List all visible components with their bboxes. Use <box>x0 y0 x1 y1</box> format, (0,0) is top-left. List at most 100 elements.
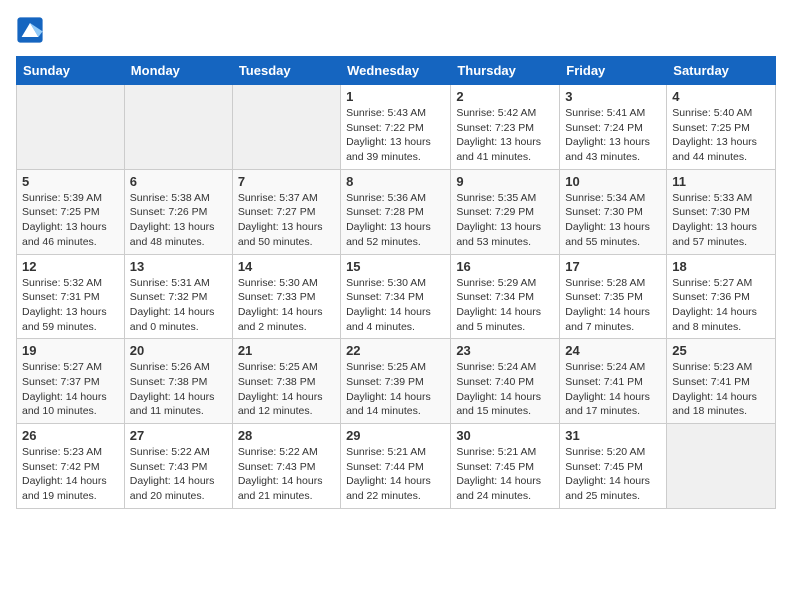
calendar-cell <box>232 85 340 170</box>
day-number: 21 <box>238 343 335 358</box>
cell-content: Sunrise: 5:25 AMSunset: 7:39 PMDaylight:… <box>346 360 445 419</box>
day-number: 15 <box>346 259 445 274</box>
day-number: 19 <box>22 343 119 358</box>
col-header-friday: Friday <box>560 57 667 85</box>
day-number: 18 <box>672 259 770 274</box>
cell-content: Sunrise: 5:29 AMSunset: 7:34 PMDaylight:… <box>456 276 554 335</box>
calendar-cell: 2 Sunrise: 5:42 AMSunset: 7:23 PMDaylight… <box>451 85 560 170</box>
cell-content: Sunrise: 5:41 AMSunset: 7:24 PMDaylight:… <box>565 106 661 165</box>
calendar-cell: 5 Sunrise: 5:39 AMSunset: 7:25 PMDaylight… <box>17 169 125 254</box>
cell-content: Sunrise: 5:23 AMSunset: 7:42 PMDaylight:… <box>22 445 119 504</box>
calendar-cell: 12 Sunrise: 5:32 AMSunset: 7:31 PMDayligh… <box>17 254 125 339</box>
cell-content: Sunrise: 5:35 AMSunset: 7:29 PMDaylight:… <box>456 191 554 250</box>
cell-content: Sunrise: 5:32 AMSunset: 7:31 PMDaylight:… <box>22 276 119 335</box>
day-number: 8 <box>346 174 445 189</box>
cell-content: Sunrise: 5:22 AMSunset: 7:43 PMDaylight:… <box>238 445 335 504</box>
calendar-cell <box>667 424 776 509</box>
cell-content: Sunrise: 5:28 AMSunset: 7:35 PMDaylight:… <box>565 276 661 335</box>
cell-content: Sunrise: 5:21 AMSunset: 7:44 PMDaylight:… <box>346 445 445 504</box>
cell-content: Sunrise: 5:42 AMSunset: 7:23 PMDaylight:… <box>456 106 554 165</box>
day-number: 23 <box>456 343 554 358</box>
cell-content: Sunrise: 5:37 AMSunset: 7:27 PMDaylight:… <box>238 191 335 250</box>
calendar-cell: 15 Sunrise: 5:30 AMSunset: 7:34 PMDayligh… <box>341 254 451 339</box>
calendar-cell: 20 Sunrise: 5:26 AMSunset: 7:38 PMDayligh… <box>124 339 232 424</box>
calendar-cell: 8 Sunrise: 5:36 AMSunset: 7:28 PMDaylight… <box>341 169 451 254</box>
cell-content: Sunrise: 5:30 AMSunset: 7:34 PMDaylight:… <box>346 276 445 335</box>
day-number: 27 <box>130 428 227 443</box>
calendar-cell: 6Sunrise: 5:38 AMSunset: 7:26 PMDaylight… <box>124 169 232 254</box>
day-number: 20 <box>130 343 227 358</box>
calendar-cell: 19 Sunrise: 5:27 AMSunset: 7:37 PMDayligh… <box>17 339 125 424</box>
day-number: 29 <box>346 428 445 443</box>
cell-content: Sunrise: 5:43 AMSunset: 7:22 PMDaylight:… <box>346 106 445 165</box>
calendar-cell: 17Sunrise: 5:28 AMSunset: 7:35 PMDayligh… <box>560 254 667 339</box>
day-number: 30 <box>456 428 554 443</box>
col-header-sunday: Sunday <box>17 57 125 85</box>
calendar-cell: 13 Sunrise: 5:31 AMSunset: 7:32 PMDayligh… <box>124 254 232 339</box>
day-number: 26 <box>22 428 119 443</box>
day-number: 16 <box>456 259 554 274</box>
col-header-monday: Monday <box>124 57 232 85</box>
calendar-cell <box>124 85 232 170</box>
calendar-cell: 25 Sunrise: 5:23 AMSunset: 7:41 PMDayligh… <box>667 339 776 424</box>
cell-content: Sunrise: 5:30 AMSunset: 7:33 PMDaylight:… <box>238 276 335 335</box>
logo <box>16 16 48 44</box>
calendar-week-row: 19 Sunrise: 5:27 AMSunset: 7:37 PMDayligh… <box>17 339 776 424</box>
calendar-cell: 18 Sunrise: 5:27 AMSunset: 7:36 PMDayligh… <box>667 254 776 339</box>
calendar-table: SundayMondayTuesdayWednesdayThursdayFrid… <box>16 56 776 509</box>
calendar-cell: 28 Sunrise: 5:22 AMSunset: 7:43 PMDayligh… <box>232 424 340 509</box>
calendar-cell: 7 Sunrise: 5:37 AMSunset: 7:27 PMDaylight… <box>232 169 340 254</box>
calendar-week-row: 1 Sunrise: 5:43 AMSunset: 7:22 PMDaylight… <box>17 85 776 170</box>
col-header-tuesday: Tuesday <box>232 57 340 85</box>
day-number: 9 <box>456 174 554 189</box>
cell-content: Sunrise: 5:34 AMSunset: 7:30 PMDaylight:… <box>565 191 661 250</box>
day-number: 5 <box>22 174 119 189</box>
calendar-header-row: SundayMondayTuesdayWednesdayThursdayFrid… <box>17 57 776 85</box>
calendar-week-row: 26 Sunrise: 5:23 AMSunset: 7:42 PMDayligh… <box>17 424 776 509</box>
calendar-cell <box>17 85 125 170</box>
calendar-cell: 21 Sunrise: 5:25 AMSunset: 7:38 PMDayligh… <box>232 339 340 424</box>
cell-content: Sunrise: 5:39 AMSunset: 7:25 PMDaylight:… <box>22 191 119 250</box>
cell-content: Sunrise: 5:31 AMSunset: 7:32 PMDaylight:… <box>130 276 227 335</box>
cell-content: Sunrise: 5:23 AMSunset: 7:41 PMDaylight:… <box>672 360 770 419</box>
calendar-cell: 27Sunrise: 5:22 AMSunset: 7:43 PMDayligh… <box>124 424 232 509</box>
day-number: 3 <box>565 89 661 104</box>
day-number: 24 <box>565 343 661 358</box>
cell-content: Sunrise: 5:27 AMSunset: 7:37 PMDaylight:… <box>22 360 119 419</box>
day-number: 10 <box>565 174 661 189</box>
col-header-thursday: Thursday <box>451 57 560 85</box>
cell-content: Sunrise: 5:38 AMSunset: 7:26 PMDaylight:… <box>130 191 227 250</box>
day-number: 2 <box>456 89 554 104</box>
cell-content: Sunrise: 5:20 AMSunset: 7:45 PMDaylight:… <box>565 445 661 504</box>
cell-content: Sunrise: 5:25 AMSunset: 7:38 PMDaylight:… <box>238 360 335 419</box>
calendar-cell: 11 Sunrise: 5:33 AMSunset: 7:30 PMDayligh… <box>667 169 776 254</box>
day-number: 28 <box>238 428 335 443</box>
calendar-cell: 26 Sunrise: 5:23 AMSunset: 7:42 PMDayligh… <box>17 424 125 509</box>
cell-content: Sunrise: 5:24 AMSunset: 7:41 PMDaylight:… <box>565 360 661 419</box>
calendar-cell: 1 Sunrise: 5:43 AMSunset: 7:22 PMDaylight… <box>341 85 451 170</box>
cell-content: Sunrise: 5:33 AMSunset: 7:30 PMDaylight:… <box>672 191 770 250</box>
calendar-cell: 24 Sunrise: 5:24 AMSunset: 7:41 PMDayligh… <box>560 339 667 424</box>
calendar-cell: 10 Sunrise: 5:34 AMSunset: 7:30 PMDayligh… <box>560 169 667 254</box>
calendar-cell: 22Sunrise: 5:25 AMSunset: 7:39 PMDayligh… <box>341 339 451 424</box>
cell-content: Sunrise: 5:24 AMSunset: 7:40 PMDaylight:… <box>456 360 554 419</box>
cell-content: Sunrise: 5:36 AMSunset: 7:28 PMDaylight:… <box>346 191 445 250</box>
day-number: 14 <box>238 259 335 274</box>
day-number: 12 <box>22 259 119 274</box>
day-number: 7 <box>238 174 335 189</box>
cell-content: Sunrise: 5:26 AMSunset: 7:38 PMDaylight:… <box>130 360 227 419</box>
calendar-cell: 14 Sunrise: 5:30 AMSunset: 7:33 PMDayligh… <box>232 254 340 339</box>
day-number: 1 <box>346 89 445 104</box>
calendar-cell: 9 Sunrise: 5:35 AMSunset: 7:29 PMDaylight… <box>451 169 560 254</box>
calendar-week-row: 5 Sunrise: 5:39 AMSunset: 7:25 PMDaylight… <box>17 169 776 254</box>
cell-content: Sunrise: 5:27 AMSunset: 7:36 PMDaylight:… <box>672 276 770 335</box>
day-number: 4 <box>672 89 770 104</box>
day-number: 25 <box>672 343 770 358</box>
day-number: 11 <box>672 174 770 189</box>
calendar-cell: 16 Sunrise: 5:29 AMSunset: 7:34 PMDayligh… <box>451 254 560 339</box>
calendar-cell: 3 Sunrise: 5:41 AMSunset: 7:24 PMDaylight… <box>560 85 667 170</box>
calendar-cell: 23 Sunrise: 5:24 AMSunset: 7:40 PMDayligh… <box>451 339 560 424</box>
calendar-cell: 30Sunrise: 5:21 AMSunset: 7:45 PMDayligh… <box>451 424 560 509</box>
day-number: 13 <box>130 259 227 274</box>
calendar-week-row: 12 Sunrise: 5:32 AMSunset: 7:31 PMDayligh… <box>17 254 776 339</box>
